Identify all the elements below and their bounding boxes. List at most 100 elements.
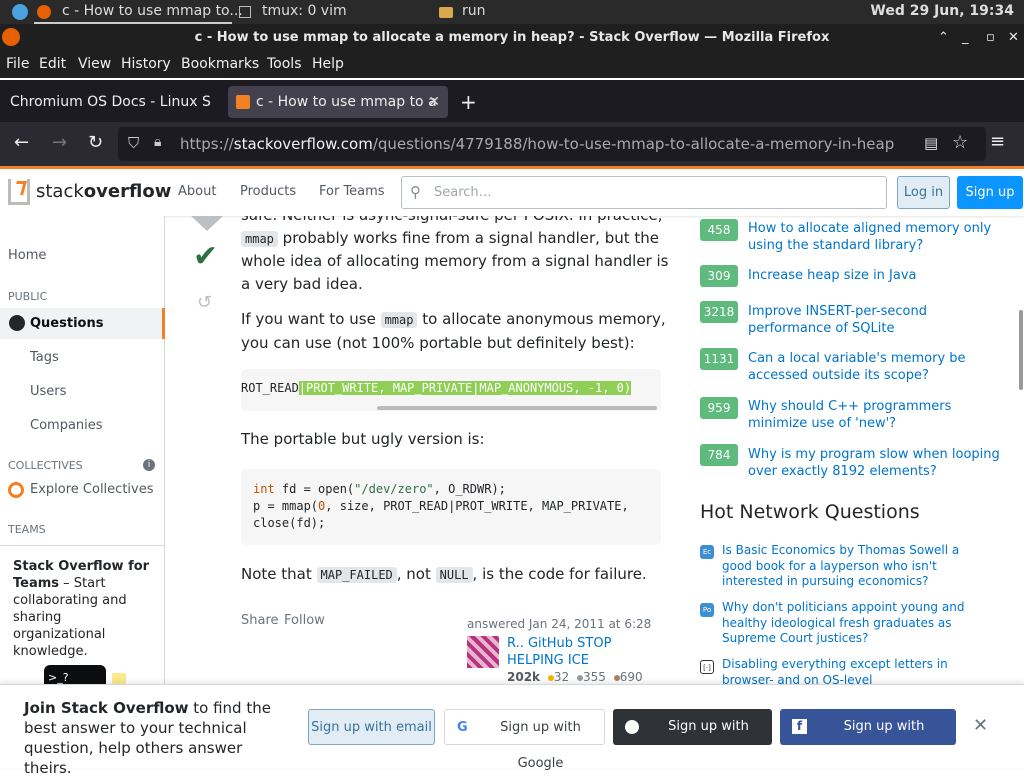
chevron-up-icon[interactable]: ⌃ (938, 24, 949, 52)
history-icon[interactable]: ↺ (197, 292, 212, 313)
sidebar-item-users[interactable]: Users (30, 384, 66, 399)
code-text: fd = open( (274, 482, 355, 496)
related-link[interactable]: How to allocate aligned memory only usin… (748, 220, 1008, 254)
sidebar-home[interactable]: Home (8, 248, 46, 263)
system-menu-icon[interactable] (12, 4, 28, 20)
menu-tools[interactable]: Tools (267, 56, 302, 72)
inline-code: NULL (435, 567, 473, 583)
gold-count: 32 (553, 670, 570, 684)
forward-icon[interactable]: → (52, 132, 67, 153)
url-field[interactable]: ⛉ 🔒︎ https://stackoverflow.com/questions… (118, 127, 986, 161)
code-string: "/dev/zero" (354, 482, 434, 496)
hnq-link[interactable]: Why don't politicians appoint young and … (722, 600, 992, 647)
shield-icon[interactable]: ⛉ (128, 134, 139, 152)
sidebar-collectives-heading: COLLECTIVES (8, 459, 83, 472)
text: probably works fine from a signal handle… (241, 228, 669, 293)
menu-edit[interactable]: Edit (39, 56, 66, 72)
tab-label: c - How to use mmap to a (256, 94, 437, 110)
score-badge[interactable]: 309 (700, 265, 738, 287)
code-text: close(fd); (253, 516, 326, 530)
related-link[interactable]: Increase heap size in Java (748, 267, 1008, 284)
navigation-bar: ← → ↻ ⛉ 🔒︎ https://stackoverflow.com/que… (0, 122, 1024, 166)
tab-chromium-docs[interactable]: Chromium OS Docs - Linux S (0, 86, 220, 118)
reader-view-icon[interactable]: ▤ (924, 134, 938, 152)
share-link[interactable]: Share (241, 613, 279, 628)
sidebar-item-questions[interactable]: Questions (0, 308, 165, 339)
menu-history[interactable]: History (121, 56, 171, 72)
button-label: Sign up with GitHub (668, 719, 749, 770)
globe-icon (9, 315, 25, 331)
signup-button[interactable]: Sign up (957, 176, 1023, 209)
code-block[interactable]: ROT_READ|PROT_WRITE, MAP_PRIVATE|MAP_ANO… (241, 369, 661, 411)
answer-paragraph: Note that MAP_FAILED, not NULL, is the c… (241, 565, 647, 583)
text: , not (396, 565, 436, 583)
close-banner-icon[interactable]: ✕ (973, 715, 988, 736)
sidebar-item-label: Questions (30, 316, 104, 331)
score-badge[interactable]: 784 (700, 444, 738, 466)
reload-icon[interactable]: ↻ (88, 132, 103, 153)
system-top-bar: c - How to use mmap to... tmux: 0 vim ru… (0, 0, 1024, 24)
related-link[interactable]: Can a local variable's memory be accesse… (748, 350, 1008, 384)
signup-google-button[interactable]: G Sign up with Google (444, 709, 605, 771)
code-selected-text: |PROT_WRITE, MAP_PRIVATE|MAP_ANONYMOUS, … (298, 381, 632, 395)
code-line: ROT_READ|PROT_WRITE, MAP_PRIVATE|MAP_ANO… (241, 381, 632, 395)
clock[interactable]: Wed 29 Jun, 19:34 (870, 3, 1014, 19)
avatar[interactable] (467, 636, 499, 668)
sidebar-item-tags[interactable]: Tags (30, 350, 59, 365)
related-link[interactable]: Why is my program slow when looping over… (748, 446, 1008, 480)
sidebar-public-heading: PUBLIC (8, 290, 48, 303)
downvote-icon[interactable] (191, 216, 223, 231)
tab-close-icon[interactable]: ✕ (428, 86, 440, 118)
taskbar-firefox[interactable]: c - How to use mmap to... (62, 3, 243, 19)
taskbar-tmux[interactable]: tmux: 0 vim (262, 3, 347, 19)
nav-about[interactable]: About (178, 184, 216, 199)
info-icon[interactable]: i (143, 459, 155, 471)
score-badge[interactable]: 959 (700, 397, 738, 419)
signup-facebook-button[interactable]: f Sign up with Facebook (780, 709, 956, 770)
menu-help[interactable]: Help (312, 56, 344, 72)
nav-for-teams[interactable]: For Teams (319, 184, 385, 199)
collectives-icon (8, 482, 24, 498)
close-icon[interactable]: ✕ (1008, 24, 1019, 52)
menu-file[interactable]: File (6, 56, 29, 72)
answered-date[interactable]: answered Jan 24, 2011 at 6:28 (467, 617, 651, 631)
menu-view[interactable]: View (78, 56, 111, 72)
sidebar-item-companies[interactable]: Companies (30, 418, 103, 433)
user-name[interactable]: R.. GitHub STOP HELPING ICE (507, 635, 647, 669)
score-badge[interactable]: 458 (700, 219, 738, 241)
login-button[interactable]: Log in (897, 176, 950, 209)
hnq-link[interactable]: Is Basic Economics by Thomas Sowell a go… (722, 543, 992, 590)
follow-link[interactable]: Follow (284, 613, 325, 628)
signup-email-button[interactable]: Sign up with email (308, 709, 435, 745)
menu-bookmarks[interactable]: Bookmarks (181, 56, 259, 72)
page-scrollbar[interactable] (1019, 310, 1023, 390)
firefox-icon[interactable] (37, 5, 51, 19)
code-block[interactable]: int fd = open("/dev/zero", O_RDWR); p = … (241, 469, 661, 545)
search-icon: ⚲ (410, 183, 421, 201)
answer-paragraph: If you want to use mmap to allocate anon… (241, 308, 671, 354)
back-icon[interactable]: ← (14, 132, 29, 153)
bookmark-star-icon[interactable]: ☆ (952, 132, 968, 153)
hamburger-menu-icon[interactable]: ≡ (990, 131, 1005, 152)
lock-icon[interactable]: 🔒︎ (154, 134, 161, 150)
window-titlebar: c - How to use mmap to allocate a memory… (0, 24, 1024, 52)
signup-github-button[interactable]: Sign up with GitHub (613, 709, 772, 770)
code-lines: int fd = open("/dev/zero", O_RDWR); p = … (253, 481, 629, 532)
inline-code: mmap (380, 312, 418, 328)
taskbar-run[interactable]: run (462, 3, 486, 19)
related-link[interactable]: Improve INSERT-per-second performance of… (748, 303, 1008, 337)
score-badge[interactable]: 3218 (700, 301, 738, 323)
terminal-icon (239, 6, 251, 18)
new-tab-icon[interactable]: + (460, 90, 477, 114)
related-link[interactable]: Why should C++ programmers minimize use … (748, 398, 1008, 432)
minimize-icon[interactable]: _ (962, 24, 969, 52)
tab-stackoverflow[interactable]: c - How to use mmap to a ✕ (228, 86, 448, 118)
so-logo-b: overflow (83, 181, 172, 202)
tab-label: Chromium OS Docs - Linux S (10, 94, 211, 110)
code-scrollbar[interactable] (377, 406, 657, 410)
score-badge[interactable]: 1131 (700, 348, 738, 370)
nav-products[interactable]: Products (240, 184, 296, 199)
search-input[interactable]: ⚲ Search… (401, 176, 887, 209)
code-keyword: int (253, 482, 275, 496)
maximize-icon[interactable]: ▫ (986, 24, 995, 52)
